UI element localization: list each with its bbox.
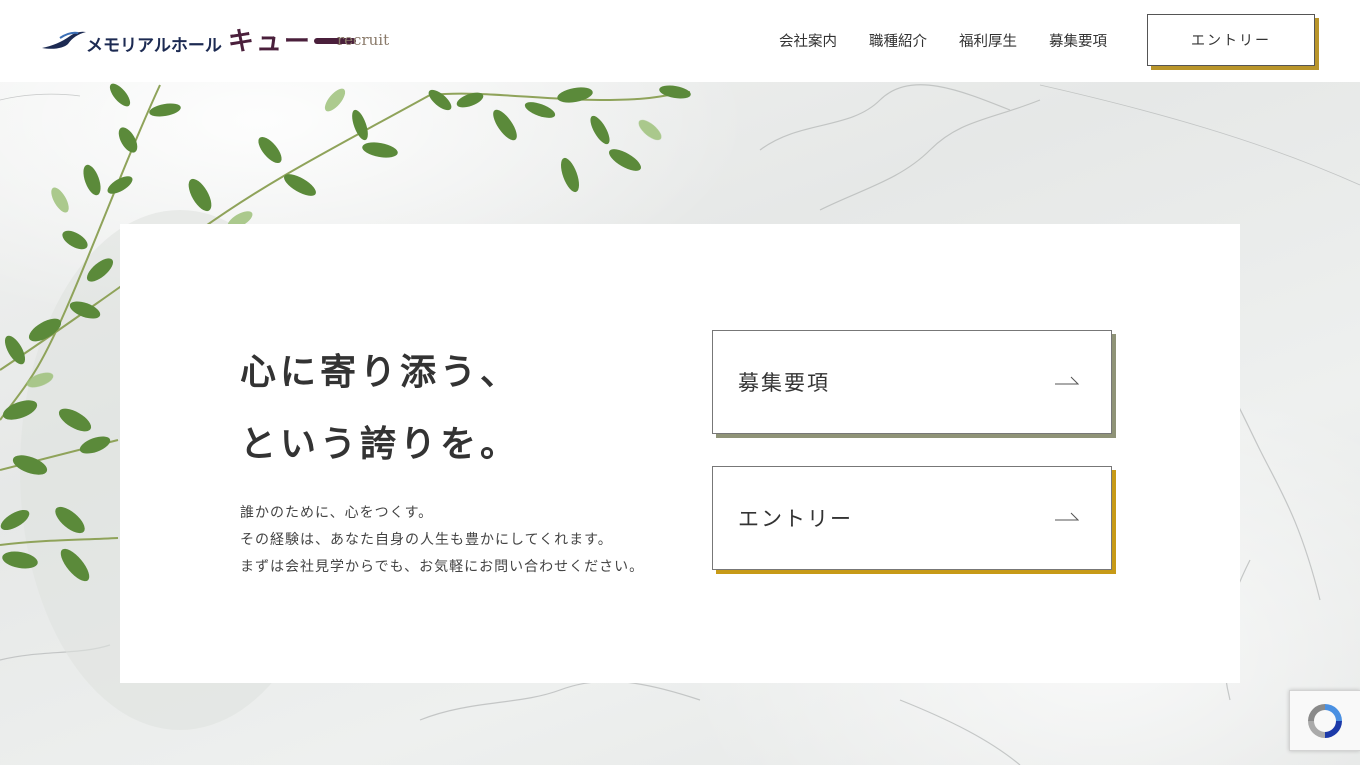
hero-headline: 心に寄り添う、 という誇りを。 [240, 336, 520, 480]
entry-button-label: エントリー [738, 507, 853, 531]
recaptcha-icon [1308, 703, 1342, 738]
arrow-right-icon [1055, 376, 1079, 385]
logo-swoosh-icon [42, 31, 86, 49]
nav-item-requirements[interactable]: 募集要項 [1049, 30, 1107, 51]
nav-item-benefits[interactable]: 福利厚生 [959, 30, 1017, 51]
nav-item-jobs[interactable]: 職種紹介 [869, 30, 927, 51]
header-entry-button[interactable]: エントリー [1147, 14, 1315, 66]
body-line1: 誰かのために、心をつくす。 [240, 505, 434, 521]
logo-text: メモリアルホール [86, 35, 222, 56]
entry-button[interactable]: エントリー [712, 466, 1112, 570]
hero-card: 心に寄り添う、 という誇りを。 誰かのために、心をつくす。 その経験は、あなた自… [120, 224, 1240, 683]
recaptcha-badge[interactable] [1289, 690, 1360, 751]
body-line3: まずは会社見学からでも、お気軽にお問い合わせください。 [240, 559, 645, 575]
site-logo[interactable]: メモリアルホール キュー [40, 20, 356, 60]
hero-body: 誰かのために、心をつくす。 その経験は、あなた自身の人生も豊かにしてくれます。 … [240, 500, 644, 581]
logo-brand: キュー [227, 26, 312, 57]
recruit-tagline: recruit [337, 31, 390, 49]
body-line2: その経験は、あなた自身の人生も豊かにしてくれます。 [240, 532, 613, 548]
requirements-button-label: 募集要項 [738, 371, 830, 395]
headline-line1: 心に寄り添う、 [240, 351, 521, 393]
headline-line2: という誇りを。 [240, 423, 521, 465]
arrow-right-icon [1055, 512, 1079, 521]
site-header: メモリアルホール キュー recruit 会社案内 職種紹介 福利厚生 募集要項… [0, 0, 1360, 82]
nav-item-company[interactable]: 会社案内 [779, 30, 837, 51]
requirements-button[interactable]: 募集要項 [712, 330, 1112, 434]
main-nav: 会社案内 職種紹介 福利厚生 募集要項 [747, 30, 1107, 51]
